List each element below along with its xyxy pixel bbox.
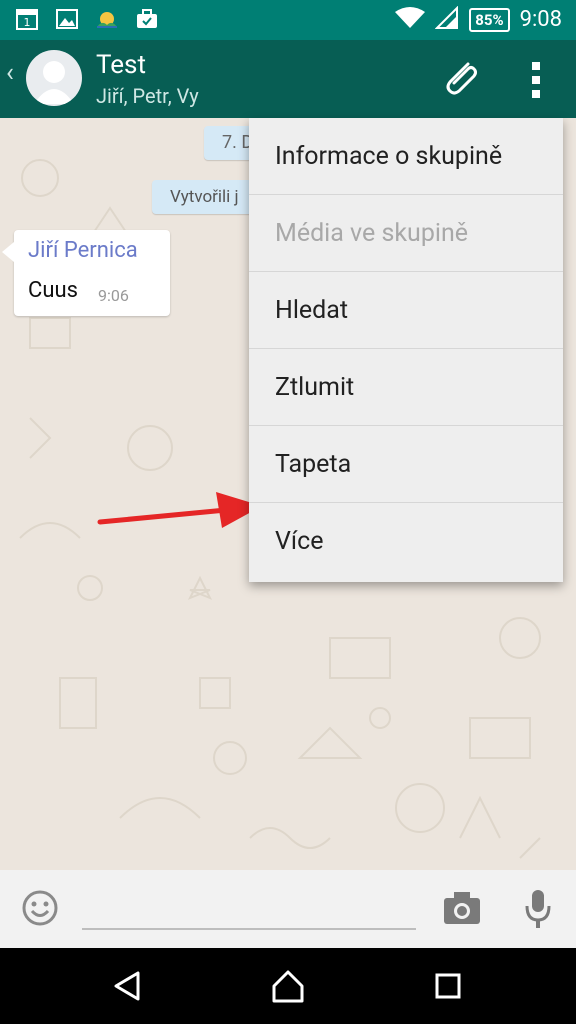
chat-participants[interactable]: Jiří, Petr, Vy bbox=[96, 84, 199, 108]
overflow-menu: Informace o skupině Média ve skupině Hle… bbox=[249, 118, 563, 582]
battery-indicator: 85% bbox=[469, 8, 510, 32]
microphone-icon[interactable] bbox=[524, 888, 552, 930]
menu-item-group-info[interactable]: Informace o skupině bbox=[249, 118, 563, 195]
system-nav-bar bbox=[0, 948, 576, 1024]
menu-item-group-media: Média ve skupině bbox=[249, 195, 563, 272]
status-bar: 1 85% 9:08 bbox=[0, 0, 576, 40]
paperclip-icon[interactable] bbox=[438, 56, 482, 100]
menu-item-wallpaper[interactable]: Tapeta bbox=[249, 426, 563, 503]
weather-icon bbox=[94, 6, 120, 32]
red-arrow-annotation bbox=[97, 492, 262, 528]
message-input-bar bbox=[0, 870, 576, 948]
nav-home-icon[interactable] bbox=[270, 968, 306, 1004]
gallery-icon bbox=[54, 6, 80, 32]
group-avatar[interactable] bbox=[26, 50, 82, 106]
message-bubble[interactable]: Jiří Pernica Cuus 9:06 bbox=[2, 230, 170, 316]
status-time: 9:08 bbox=[519, 7, 562, 32]
nav-recents-icon[interactable] bbox=[434, 972, 462, 1000]
message-input[interactable] bbox=[82, 928, 416, 930]
back-chevron-icon[interactable]: ‹ bbox=[6, 58, 14, 88]
wifi-icon bbox=[395, 6, 426, 34]
menu-item-more[interactable]: Více bbox=[249, 503, 563, 580]
message-time: 9:06 bbox=[98, 286, 129, 305]
message-sender[interactable]: Jiří Pernica bbox=[28, 238, 138, 263]
overflow-menu-icon[interactable] bbox=[522, 60, 550, 100]
calendar-icon: 1 bbox=[14, 6, 40, 32]
camera-icon[interactable] bbox=[442, 890, 482, 926]
chat-title[interactable]: Test bbox=[96, 50, 146, 80]
system-message: Vytvořili j bbox=[152, 180, 257, 214]
menu-item-mute[interactable]: Ztlumit bbox=[249, 349, 563, 426]
nav-back-icon[interactable] bbox=[112, 970, 144, 1002]
signal-icon bbox=[434, 5, 459, 34]
menu-item-search[interactable]: Hledat bbox=[249, 272, 563, 349]
svg-text:1: 1 bbox=[24, 16, 31, 29]
briefcase-icon bbox=[134, 6, 160, 32]
chat-header: ‹ Test Jiří, Petr, Vy bbox=[0, 40, 576, 118]
emoji-icon[interactable] bbox=[22, 890, 58, 926]
message-text: Cuus bbox=[28, 278, 78, 303]
